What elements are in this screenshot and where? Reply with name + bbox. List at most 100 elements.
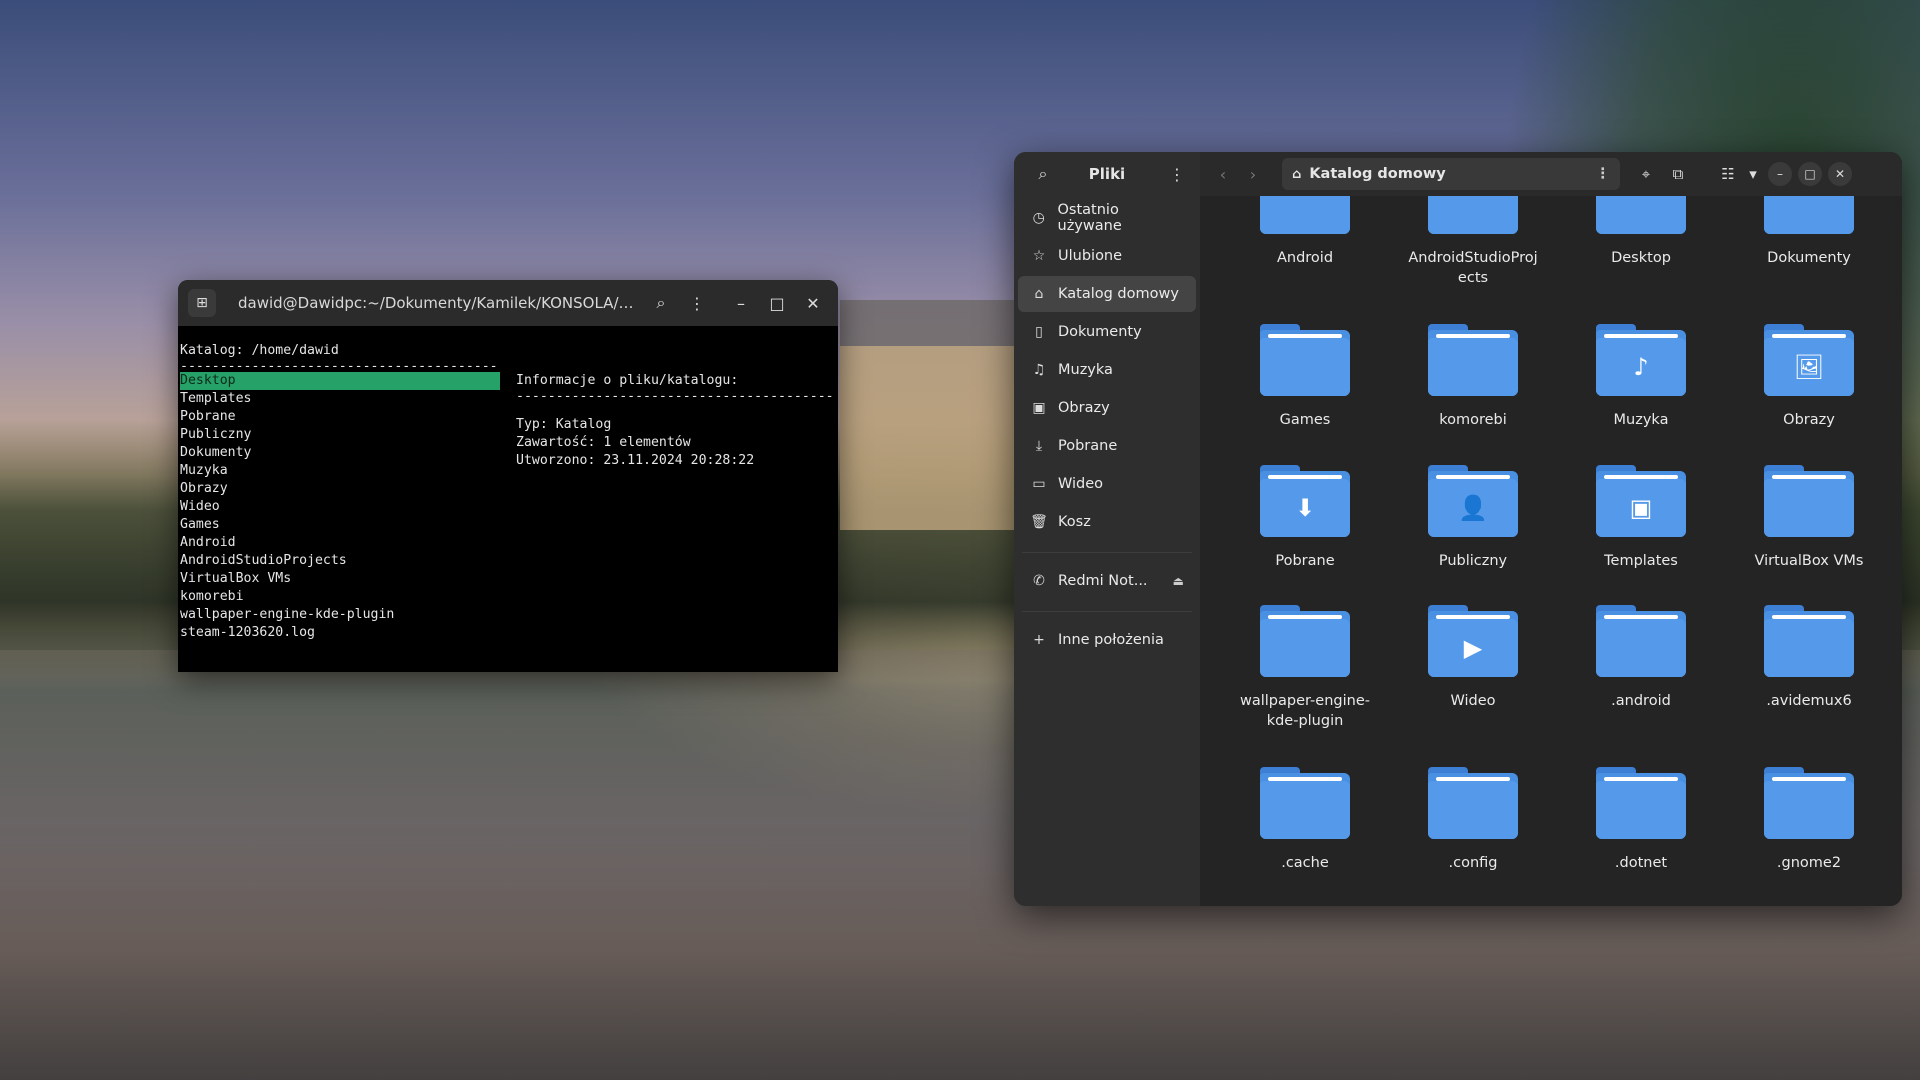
terminal-file-entry[interactable]: AndroidStudioProjects xyxy=(180,552,500,570)
folder-label: Obrazy xyxy=(1783,412,1835,428)
folder-label: Wideo xyxy=(1450,693,1496,709)
folder-item[interactable]: ♪ Muzyka xyxy=(1558,324,1724,430)
folder-item[interactable]: .avidemux6 xyxy=(1726,605,1892,711)
folder-item[interactable]: .dotnet xyxy=(1558,767,1724,873)
new-tab-icon[interactable]: ⊞ xyxy=(188,289,216,317)
folder-icon: ▣ xyxy=(1596,465,1686,537)
folder-item[interactable]: 🖼 Obrazy xyxy=(1726,324,1892,430)
folder-item[interactable]: Games xyxy=(1222,324,1388,430)
folder-item[interactable]: ▣ Templates xyxy=(1558,465,1724,571)
sidebar-item-star[interactable]: ☆ Ulubione xyxy=(1018,238,1196,274)
sidebar-item-device[interactable]: ✆ Redmi Not... ⏏ xyxy=(1018,563,1196,599)
terminal-file-entry[interactable]: Templates xyxy=(180,390,500,408)
view-options-chevron-icon[interactable]: ▾ xyxy=(1744,159,1762,189)
phone-icon: ✆ xyxy=(1033,573,1045,589)
folder-label: Muzyka xyxy=(1613,412,1669,428)
sidebar-item-trash[interactable]: 🗑 Kosz xyxy=(1018,504,1196,540)
locate-icon[interactable]: ⌖ xyxy=(1630,159,1662,189)
sidebar-item-clock[interactable]: ◷ Ostatnio używane xyxy=(1018,200,1196,236)
terminal-file-entry[interactable]: VirtualBox VMs xyxy=(180,570,500,588)
wallpaper-house xyxy=(840,300,1040,530)
terminal-body[interactable]: Katalog: /home/dawid -------------------… xyxy=(178,326,838,672)
terminal-file-entry[interactable]: Wideo xyxy=(180,498,500,516)
folder-icon xyxy=(1260,196,1350,234)
menu-icon[interactable]: ⋮ xyxy=(682,288,712,318)
home-icon: ⌂ xyxy=(1292,166,1302,182)
terminal-info-contents: Zawartość: 1 elementów xyxy=(516,435,691,450)
back-button[interactable]: ‹ xyxy=(1208,159,1238,189)
folder-item[interactable]: .gnome2 xyxy=(1726,767,1892,873)
minimize-button[interactable]: – xyxy=(726,288,756,318)
folder-search-icon[interactable]: ⧉ xyxy=(1662,159,1694,189)
folder-label: .android xyxy=(1611,693,1671,709)
folder-label: Templates xyxy=(1604,553,1678,569)
sidebar-item-video[interactable]: ▭ Wideo xyxy=(1018,466,1196,502)
close-button[interactable]: ✕ xyxy=(1828,162,1852,186)
sidebar-item-image[interactable]: ▣ Obrazy xyxy=(1018,390,1196,426)
sidebar-item-label: Redmi Not... xyxy=(1058,573,1148,589)
folder-label: .config xyxy=(1448,855,1498,871)
file-grid[interactable]: Android AndroidStudioProj ects Desktop Doku… xyxy=(1200,196,1902,906)
folder-label: Pobrane xyxy=(1275,553,1335,569)
eject-icon[interactable]: ⏏ xyxy=(1173,574,1184,588)
folder-item[interactable]: AndroidStudioProj ects xyxy=(1390,196,1556,288)
menu-icon[interactable]: ⋮ xyxy=(1162,159,1192,189)
terminal-window[interactable]: ⊞ dawid@Dawidpc:~/Dokumenty/Kamilek/KONS… xyxy=(178,280,838,672)
folder-item[interactable]: .android xyxy=(1558,605,1724,711)
folder-item[interactable]: wallpaper-engine- kde-plugin xyxy=(1222,605,1388,731)
close-button[interactable]: ✕ xyxy=(798,288,828,318)
terminal-file-entry[interactable]: komorebi xyxy=(180,588,500,606)
search-icon[interactable]: ⌕ xyxy=(1028,159,1058,189)
folder-label: Desktop xyxy=(1611,250,1671,266)
folder-item[interactable]: Dokumenty xyxy=(1726,196,1892,268)
terminal-file-entry[interactable]: Publiczny xyxy=(180,426,500,444)
sidebar-item-other-locations[interactable]: + Inne położenia xyxy=(1018,622,1196,658)
terminal-file-entry[interactable]: Pobrane xyxy=(180,408,500,426)
folder-icon xyxy=(1428,324,1518,396)
folder-icon: ▶ xyxy=(1428,605,1518,677)
maximize-button[interactable]: □ xyxy=(762,288,792,318)
folder-item[interactable]: ▶ Wideo xyxy=(1390,605,1556,711)
sidebar-header: ⌕ Pliki ⋮ xyxy=(1014,152,1200,196)
terminal-file-list[interactable]: Desktop Templates Pobrane Publiczny Dokument… xyxy=(180,372,500,642)
folder-item[interactable]: .config xyxy=(1390,767,1556,873)
sidebar-item-download[interactable]: ⤓ Pobrane xyxy=(1018,428,1196,464)
sidebar-item-music[interactable]: ♫ Muzyka xyxy=(1018,352,1196,388)
terminal-file-entry[interactable]: Obrazy xyxy=(180,480,500,498)
folder-label: .avidemux6 xyxy=(1766,693,1852,709)
folder-icon xyxy=(1428,767,1518,839)
folder-item[interactable]: Desktop xyxy=(1558,196,1724,268)
folder-item[interactable]: .cache xyxy=(1222,767,1388,873)
folder-item[interactable]: ⬇ Pobrane xyxy=(1222,465,1388,571)
sidebar-item-home[interactable]: ⌂ Katalog domowy xyxy=(1018,276,1196,312)
terminal-file-entry[interactable]: Muzyka xyxy=(180,462,500,480)
path-menu-icon[interactable]: ⋮ xyxy=(1596,166,1611,182)
sidebar-item-label: Kosz xyxy=(1058,514,1091,530)
terminal-file-entry[interactable]: Games xyxy=(180,516,500,534)
terminal-file-entry[interactable]: steam-1203620.log xyxy=(180,624,500,642)
folder-icon: ♪ xyxy=(1596,324,1686,396)
view-toggle-icon[interactable]: ☷ xyxy=(1712,159,1744,189)
minimize-button[interactable]: – xyxy=(1768,162,1792,186)
files-window[interactable]: ⌕ Pliki ⋮ ◷ Ostatnio używane ☆ Ulubione ⌂ Kat… xyxy=(1014,152,1902,906)
terminal-file-entry[interactable]: Dokumenty xyxy=(180,444,500,462)
trash-icon: 🗑 xyxy=(1030,514,1048,530)
folder-item[interactable]: VirtualBox VMs xyxy=(1726,465,1892,571)
folder-item[interactable]: Android xyxy=(1222,196,1388,268)
path-bar[interactable]: ⌂ Katalog domowy ⋮ xyxy=(1282,158,1620,190)
terminal-file-entry[interactable]: wallpaper-engine-kde-plugin xyxy=(180,606,500,624)
search-icon[interactable]: ⌕ xyxy=(646,288,676,318)
folder-label: Games xyxy=(1279,412,1331,428)
terminal-file-entry[interactable]: Desktop xyxy=(180,372,500,390)
folder-icon xyxy=(1764,605,1854,677)
forward-button[interactable]: › xyxy=(1238,159,1268,189)
folder-item[interactable]: 👤 Publiczny xyxy=(1390,465,1556,571)
maximize-button[interactable]: □ xyxy=(1798,162,1822,186)
sidebar-item-document[interactable]: ▯ Dokumenty xyxy=(1018,314,1196,350)
terminal-file-entry[interactable]: Android xyxy=(180,534,500,552)
folder-icon xyxy=(1260,324,1350,396)
image-icon: ▣ xyxy=(1032,400,1046,416)
folder-item[interactable]: komorebi xyxy=(1390,324,1556,430)
music-icon: ♫ xyxy=(1032,362,1046,378)
files-sidebar: ⌕ Pliki ⋮ ◷ Ostatnio używane ☆ Ulubione ⌂ Kat… xyxy=(1014,152,1200,906)
